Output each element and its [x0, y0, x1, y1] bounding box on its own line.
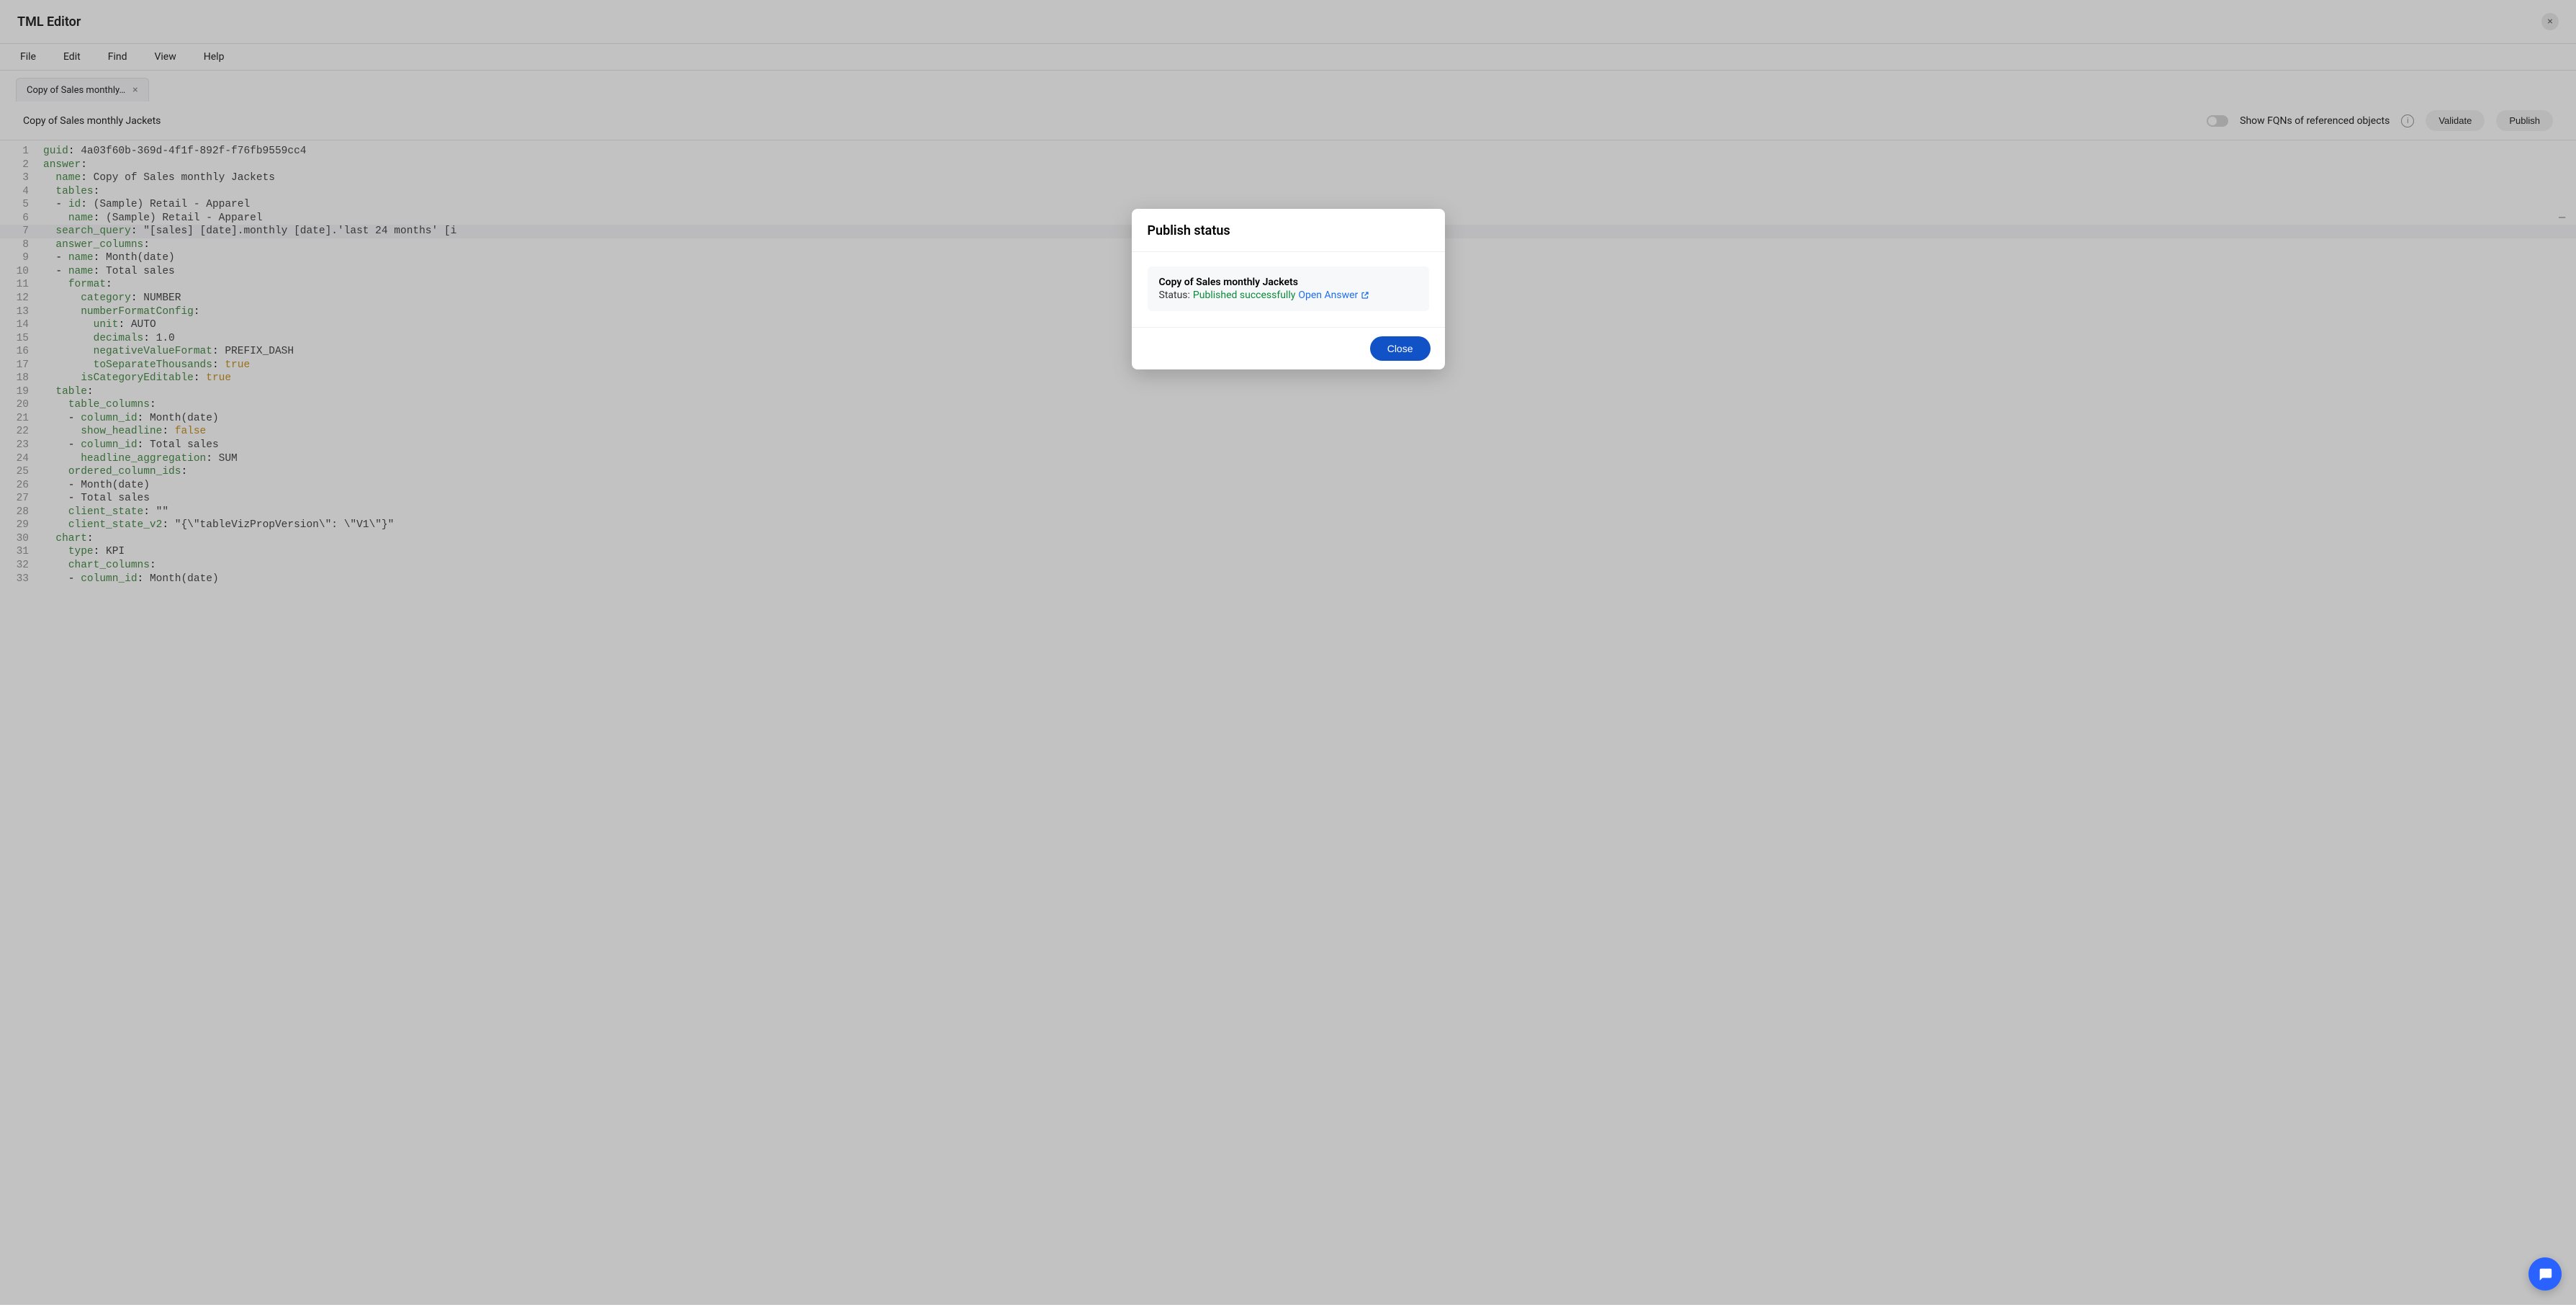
open-answer-link-text: Open Answer [1298, 290, 1358, 301]
modal-overlay: Publish status Copy of Sales monthly Jac… [0, 0, 2576, 1305]
publish-status-modal: Publish status Copy of Sales monthly Jac… [1132, 209, 1445, 369]
status-card: Copy of Sales monthly Jackets Status: Pu… [1148, 266, 1429, 311]
status-item-title: Copy of Sales monthly Jackets [1159, 277, 1418, 288]
status-label: Status: [1159, 290, 1190, 301]
chat-fab[interactable] [2528, 1257, 2562, 1291]
modal-title: Publish status [1132, 209, 1445, 252]
chat-icon [2537, 1266, 2553, 1282]
modal-close-button[interactable]: Close [1370, 336, 1431, 361]
open-answer-link[interactable]: Open Answer [1298, 290, 1369, 301]
status-value: Published successfully [1193, 290, 1295, 301]
external-link-icon [1361, 291, 1369, 300]
